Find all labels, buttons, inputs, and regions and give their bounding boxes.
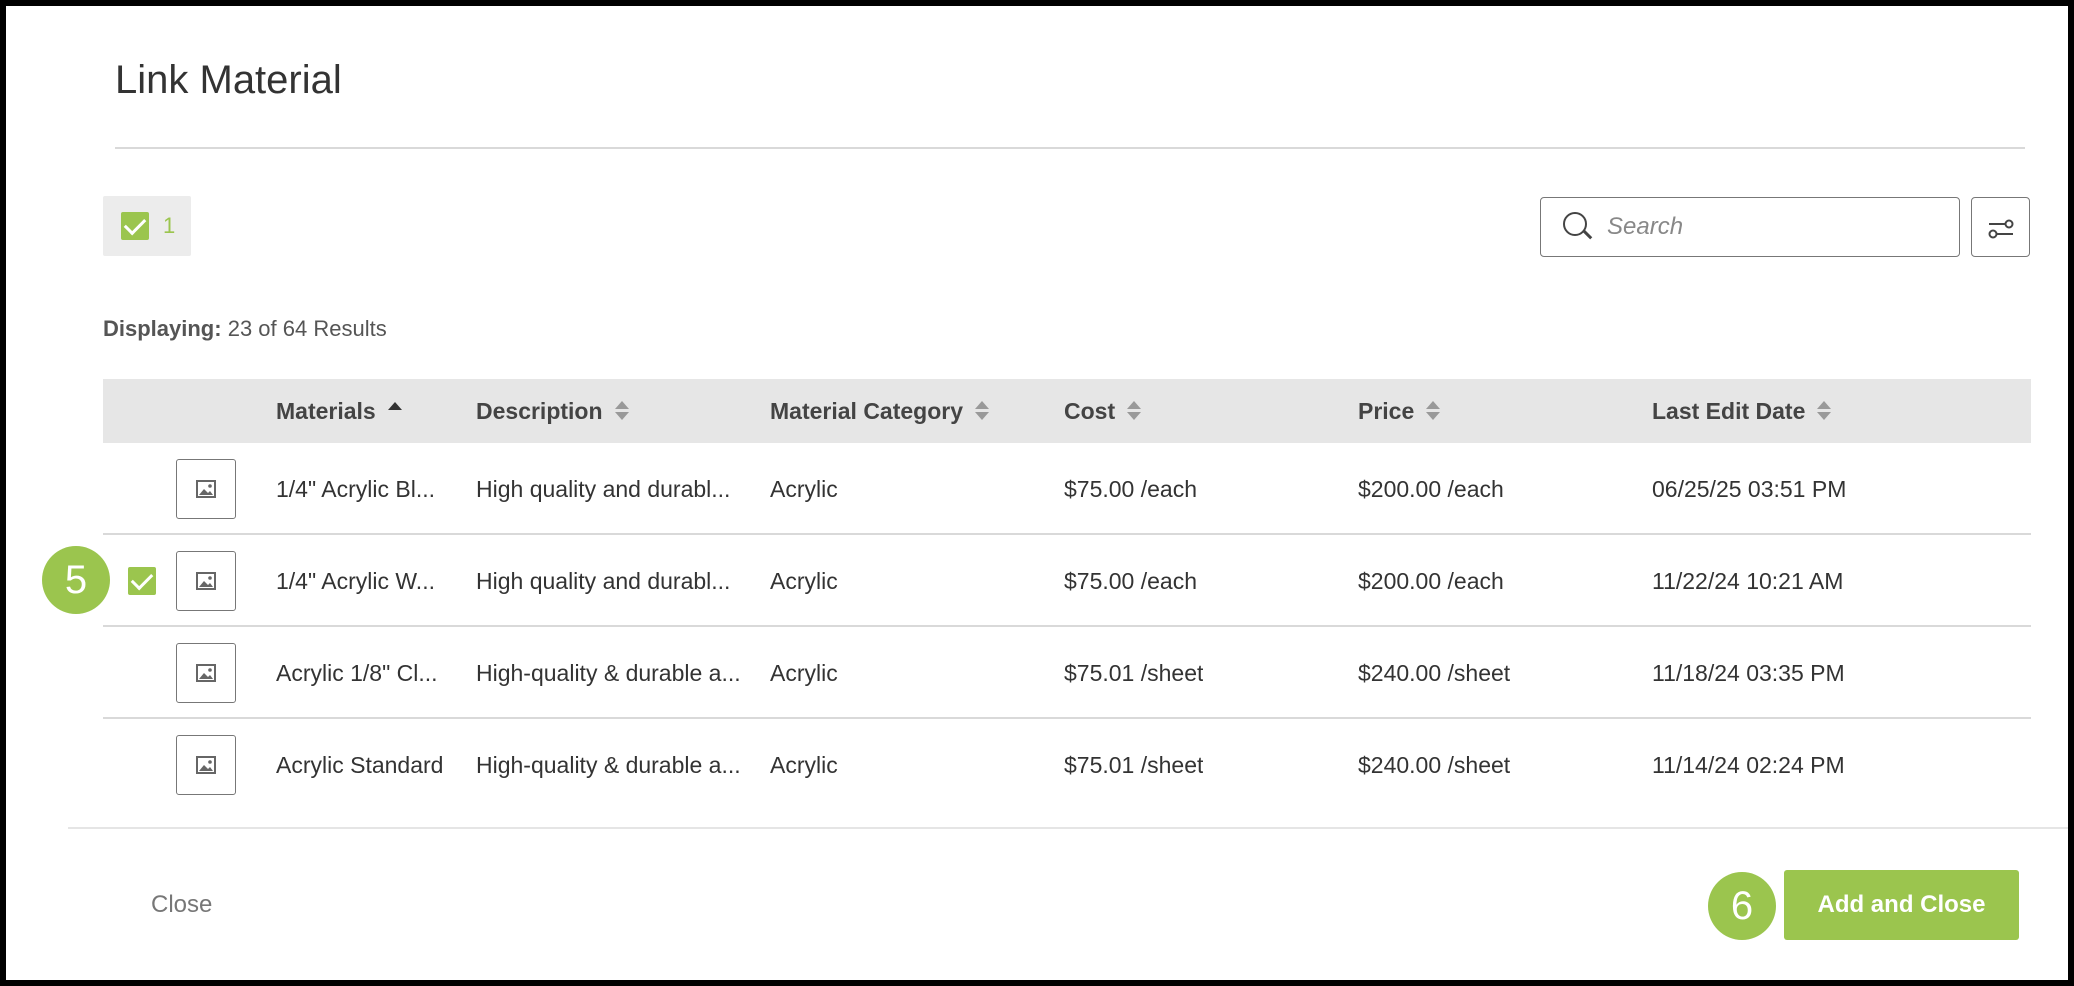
link-material-dialog: Link Material 1 Displaying: 23 of 64 Res… xyxy=(6,6,2068,980)
cell-description: High-quality & durable a... xyxy=(476,659,741,686)
sort-icon xyxy=(1817,400,1832,422)
cell-price: $240.00 /sheet xyxy=(1358,751,1511,778)
step-marker-6: 6 xyxy=(1708,872,1776,940)
cell-cost: $75.01 /sheet xyxy=(1064,659,1204,686)
search-box[interactable] xyxy=(1540,197,1960,257)
cell-category: Acrylic xyxy=(770,567,838,594)
selected-count: 1 xyxy=(163,213,176,238)
cell-description: High-quality & durable a... xyxy=(476,751,741,778)
cell-category: Acrylic xyxy=(770,751,838,778)
cell-last-edit-date: 06/25/25 03:51 PM xyxy=(1652,475,1847,502)
sort-icon xyxy=(1426,400,1441,422)
cell-material: 1/4" Acrylic W... xyxy=(276,567,435,594)
filter-sliders-icon xyxy=(1988,219,2014,239)
table-header: Materials Description Material Category … xyxy=(103,379,2031,443)
sort-icon xyxy=(614,400,629,422)
search-input[interactable] xyxy=(1607,213,1947,241)
column-header-last-edit-date[interactable]: Last Edit Date xyxy=(1652,379,1832,443)
table-row[interactable]: Acrylic Standard High-quality & durable … xyxy=(103,719,2031,811)
column-header-materials[interactable]: Materials xyxy=(276,379,402,443)
image-placeholder-icon xyxy=(196,572,216,590)
cell-cost: $75.00 /each xyxy=(1064,567,1198,594)
table-row[interactable]: Acrylic 1/8" Cl... High-quality & durabl… xyxy=(103,627,2031,719)
cell-material: 1/4" Acrylic Bl... xyxy=(276,475,435,502)
cell-price: $200.00 /each xyxy=(1358,475,1504,502)
checkbox-checked-icon xyxy=(121,212,149,240)
title-divider xyxy=(115,147,2025,149)
cell-last-edit-date: 11/18/24 03:35 PM xyxy=(1652,659,1845,686)
cell-price: $240.00 /sheet xyxy=(1358,659,1511,686)
materials-table: Materials Description Material Category … xyxy=(103,379,2031,811)
sort-ascending-icon xyxy=(387,400,402,422)
image-placeholder-icon xyxy=(196,664,216,682)
cell-category: Acrylic xyxy=(770,475,838,502)
material-thumbnail xyxy=(176,643,236,703)
column-header-description[interactable]: Description xyxy=(476,379,629,443)
cell-material: Acrylic Standard xyxy=(276,751,444,778)
cell-description: High quality and durabl... xyxy=(476,475,731,502)
cell-description: High quality and durabl... xyxy=(476,567,731,594)
sort-icon xyxy=(975,400,990,422)
material-thumbnail xyxy=(176,459,236,519)
add-and-close-button[interactable]: Add and Close xyxy=(1784,870,2019,940)
cell-material: Acrylic 1/8" Cl... xyxy=(276,659,438,686)
results-summary: Displaying: 23 of 64 Results xyxy=(103,316,387,342)
cell-cost: $75.01 /sheet xyxy=(1064,751,1204,778)
material-thumbnail xyxy=(176,735,236,795)
sort-icon xyxy=(1127,400,1142,422)
column-header-material-category[interactable]: Material Category xyxy=(770,379,990,443)
row-checkbox-checked[interactable] xyxy=(128,567,156,595)
close-button[interactable]: Close xyxy=(151,891,212,919)
column-header-price[interactable]: Price xyxy=(1358,379,1441,443)
image-placeholder-icon xyxy=(196,480,216,498)
filter-button[interactable] xyxy=(1971,197,2030,257)
table-row[interactable]: 1/4" Acrylic Bl... High quality and dura… xyxy=(103,443,2031,535)
results-label: Displaying: xyxy=(103,316,222,341)
footer-divider xyxy=(68,827,2068,829)
image-placeholder-icon xyxy=(196,756,216,774)
column-header-cost[interactable]: Cost xyxy=(1064,379,1142,443)
selected-count-chip[interactable]: 1 xyxy=(103,196,191,256)
search-icon xyxy=(1563,212,1593,242)
dialog-title: Link Material xyxy=(115,58,342,102)
table-row[interactable]: 1/4" Acrylic W... High quality and durab… xyxy=(103,535,2031,627)
material-thumbnail xyxy=(176,551,236,611)
cell-price: $200.00 /each xyxy=(1358,567,1504,594)
step-marker-5: 5 xyxy=(42,546,110,614)
cell-last-edit-date: 11/22/24 10:21 AM xyxy=(1652,567,1844,594)
results-count: 23 of 64 Results xyxy=(227,316,387,341)
cell-cost: $75.00 /each xyxy=(1064,475,1198,502)
cell-last-edit-date: 11/14/24 02:24 PM xyxy=(1652,751,1845,778)
cell-category: Acrylic xyxy=(770,659,838,686)
